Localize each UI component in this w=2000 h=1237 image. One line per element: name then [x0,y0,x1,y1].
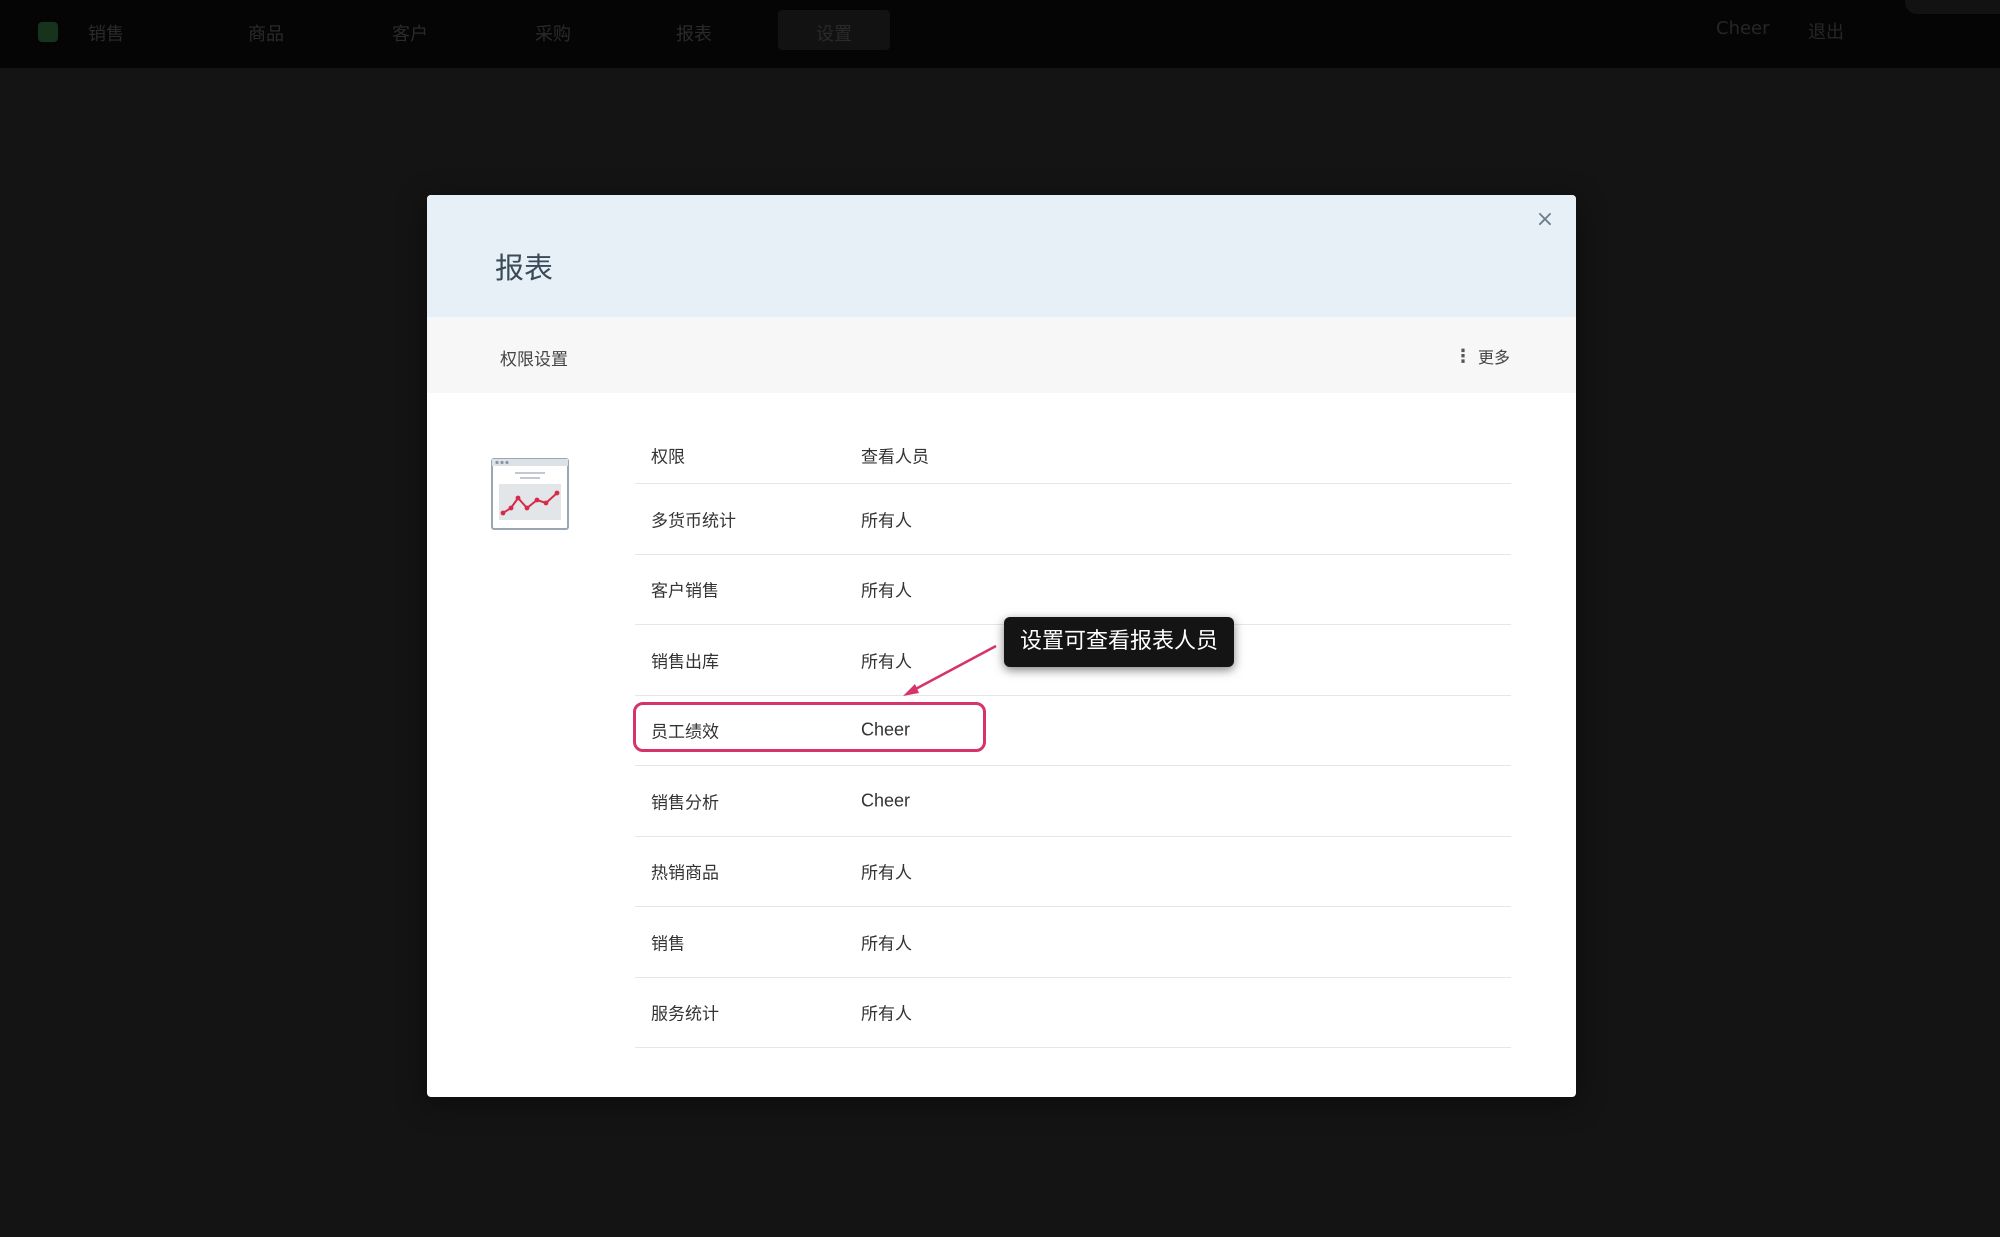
more-button-label: 更多 [1477,348,1510,367]
top-navigation-bar: 销售 商品 客户 采购 报表 设置 Cheer 退出 [0,0,2000,68]
report-name: 热销商品 [651,863,719,884]
table-row[interactable]: 服务统计 所有人 [635,978,1511,1048]
permission-settings-label: 权限设置 [500,350,568,370]
report-viewer[interactable]: 所有人 [861,1000,912,1025]
annotation-tooltip: 设置可查看报表人员 [1004,617,1235,667]
report-chart-icon [491,458,569,530]
table-header-row: 权限 查看人员 [635,427,1511,484]
report-viewer[interactable]: 所有人 [861,929,912,954]
report-viewer[interactable]: 所有人 [861,859,912,884]
report-viewer[interactable]: Cheer [861,790,910,811]
table-row[interactable]: 销售 所有人 [635,907,1511,978]
nav-item-customers[interactable]: 客户 [392,20,428,46]
user-name[interactable]: Cheer [1716,18,1770,39]
report-name: 销售分析 [651,793,719,814]
more-vertical-icon: ⋮ [1453,345,1472,367]
annotation-highlight-box [633,702,986,752]
corner-widget [1905,0,2000,14]
dialog-header: 报表 × [427,195,1576,317]
report-viewer[interactable]: 所有人 [861,647,912,672]
report-name: 服务统计 [651,1004,719,1025]
table-row[interactable]: 销售分析 Cheer [635,766,1511,837]
more-button[interactable]: ⋮ 更多 [1454,344,1510,368]
table-row[interactable]: 客户销售 所有人 [635,555,1511,625]
dialog-title: 报表 [495,251,554,285]
report-name: 销售出库 [651,652,719,673]
report-name: 多货币统计 [651,511,736,532]
report-permission-dialog: 报表 × 权限设置 ⋮ 更多 权限 查看人员 多货币统计 所有人 客户销售 所有… [427,195,1576,1097]
table-row[interactable]: 多货币统计 所有人 [635,484,1511,555]
column-header-permission: 权限 [651,447,685,468]
nav-item-purchase[interactable]: 采购 [535,20,571,46]
report-viewer[interactable]: 所有人 [861,577,912,602]
column-header-viewers: 查看人员 [861,447,929,468]
dialog-subbar: 权限设置 ⋮ 更多 [427,317,1576,393]
logout-link[interactable]: 退出 [1808,18,1844,44]
nav-item-settings[interactable]: 设置 [816,20,852,46]
close-icon[interactable]: × [1532,207,1558,233]
table-row[interactable]: 热销商品 所有人 [635,837,1511,907]
nav-item-sales[interactable]: 销售 [88,20,124,46]
report-name: 销售 [651,934,685,955]
report-viewer[interactable]: 所有人 [861,506,912,531]
nav-item-reports[interactable]: 报表 [676,20,712,46]
nav-item-products[interactable]: 商品 [248,20,284,46]
report-name: 客户销售 [651,581,719,602]
app-logo[interactable] [38,22,58,42]
